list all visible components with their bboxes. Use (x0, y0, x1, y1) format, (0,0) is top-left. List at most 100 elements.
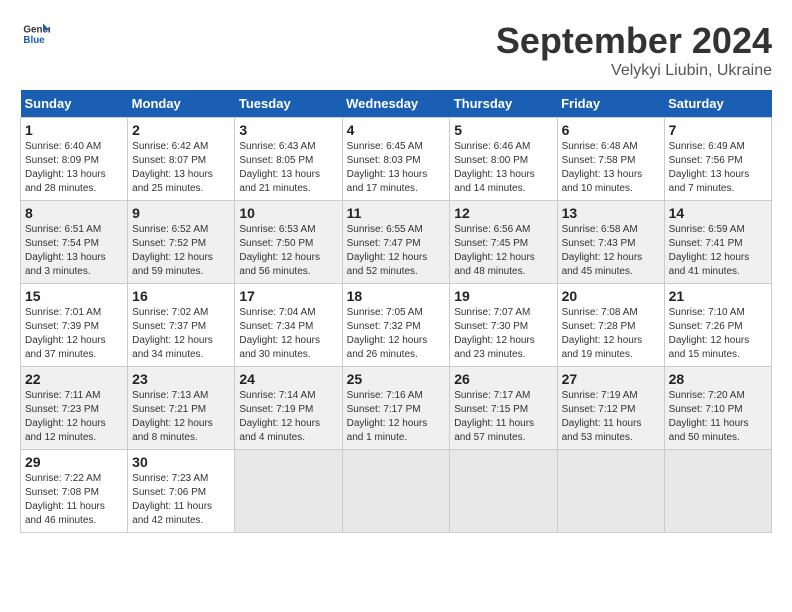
day-number: 13 (562, 205, 660, 221)
calendar-cell: 20 Sunrise: 7:08 AM Sunset: 7:28 PM Dayli… (557, 284, 664, 367)
calendar-cell (235, 450, 342, 533)
day-info: Sunrise: 7:16 AM Sunset: 7:17 PM Dayligh… (347, 389, 446, 445)
calendar-cell (342, 450, 450, 533)
day-info: Sunrise: 7:17 AM Sunset: 7:15 PM Dayligh… (454, 389, 552, 445)
calendar-cell: 19Sunrise: 7:07 AM Sunset: 7:30 PM Dayli… (450, 284, 557, 367)
calendar-cell: 27 Sunrise: 7:19 AM Sunset: 7:12 PM Dayli… (557, 367, 664, 450)
day-header-tuesday: Tuesday (235, 90, 342, 118)
calendar-cell: 25 Sunrise: 7:16 AM Sunset: 7:17 PM Dayli… (342, 367, 450, 450)
day-number: 28 (669, 371, 767, 387)
day-number: 19 (454, 288, 552, 304)
svg-text:Blue: Blue (23, 35, 45, 46)
calendar-cell: 12Sunrise: 6:56 AM Sunset: 7:45 PM Dayli… (450, 201, 557, 284)
calendar-cell: 29 Sunrise: 7:22 AM Sunset: 7:08 PM Dayli… (21, 450, 128, 533)
day-number: 8 (25, 205, 123, 221)
day-info: Sunrise: 7:11 AM Sunset: 7:23 PM Dayligh… (25, 389, 123, 445)
calendar-cell: 7 Sunrise: 6:49 AM Sunset: 7:56 PM Daylig… (664, 118, 771, 201)
calendar-cell: 13 Sunrise: 6:58 AM Sunset: 7:43 PM Dayli… (557, 201, 664, 284)
calendar-cell: 15 Sunrise: 7:01 AM Sunset: 7:39 PM Dayli… (21, 284, 128, 367)
day-number: 29 (25, 454, 123, 470)
calendar-week-row: 15 Sunrise: 7:01 AM Sunset: 7:39 PM Dayli… (21, 284, 772, 367)
day-number: 9 (132, 205, 230, 221)
calendar-body: 1 Sunrise: 6:40 AM Sunset: 8:09 PM Daylig… (21, 118, 772, 533)
calendar-cell (557, 450, 664, 533)
calendar-cell: 16Sunrise: 7:02 AM Sunset: 7:37 PM Dayli… (128, 284, 235, 367)
calendar-cell: 21 Sunrise: 7:10 AM Sunset: 7:26 PM Dayli… (664, 284, 771, 367)
page-header: General Blue September 2024 Velykyi Liub… (20, 20, 772, 80)
day-info: Sunrise: 7:05 AM Sunset: 7:32 PM Dayligh… (347, 306, 446, 362)
day-number: 27 (562, 371, 660, 387)
day-info: Sunrise: 7:10 AM Sunset: 7:26 PM Dayligh… (669, 306, 767, 362)
day-info: Sunrise: 7:01 AM Sunset: 7:39 PM Dayligh… (25, 306, 123, 362)
calendar-cell: 3Sunrise: 6:43 AM Sunset: 8:05 PM Daylig… (235, 118, 342, 201)
day-number: 11 (347, 205, 446, 221)
day-number: 20 (562, 288, 660, 304)
day-info: Sunrise: 7:04 AM Sunset: 7:34 PM Dayligh… (239, 306, 337, 362)
calendar-cell: 22 Sunrise: 7:11 AM Sunset: 7:23 PM Dayli… (21, 367, 128, 450)
calendar-cell (450, 450, 557, 533)
day-number: 10 (239, 205, 337, 221)
calendar-week-row: 8 Sunrise: 6:51 AM Sunset: 7:54 PM Daylig… (21, 201, 772, 284)
day-header-monday: Monday (128, 90, 235, 118)
day-header-sunday: Sunday (21, 90, 128, 118)
calendar-cell: 30 Sunrise: 7:23 AM Sunset: 7:06 PM Dayli… (128, 450, 235, 533)
day-number: 3 (239, 122, 337, 138)
calendar-cell: 26 Sunrise: 7:17 AM Sunset: 7:15 PM Dayli… (450, 367, 557, 450)
day-info: Sunrise: 6:48 AM Sunset: 7:58 PM Dayligh… (562, 140, 660, 196)
calendar-cell: 8 Sunrise: 6:51 AM Sunset: 7:54 PM Daylig… (21, 201, 128, 284)
day-info: Sunrise: 7:19 AM Sunset: 7:12 PM Dayligh… (562, 389, 660, 445)
day-number: 26 (454, 371, 552, 387)
calendar-cell: 4Sunrise: 6:45 AM Sunset: 8:03 PM Daylig… (342, 118, 450, 201)
day-number: 17 (239, 288, 337, 304)
calendar-cell: 9Sunrise: 6:52 AM Sunset: 7:52 PM Daylig… (128, 201, 235, 284)
calendar-week-row: 22 Sunrise: 7:11 AM Sunset: 7:23 PM Dayli… (21, 367, 772, 450)
day-info: Sunrise: 6:55 AM Sunset: 7:47 PM Dayligh… (347, 223, 446, 279)
day-info: Sunrise: 6:53 AM Sunset: 7:50 PM Dayligh… (239, 223, 337, 279)
calendar-cell: 17 Sunrise: 7:04 AM Sunset: 7:34 PM Dayli… (235, 284, 342, 367)
day-number: 22 (25, 371, 123, 387)
day-number: 21 (669, 288, 767, 304)
day-info: Sunrise: 7:23 AM Sunset: 7:06 PM Dayligh… (132, 472, 230, 528)
day-info: Sunrise: 6:58 AM Sunset: 7:43 PM Dayligh… (562, 223, 660, 279)
calendar-table: SundayMondayTuesdayWednesdayThursdayFrid… (20, 90, 772, 533)
day-info: Sunrise: 7:22 AM Sunset: 7:08 PM Dayligh… (25, 472, 123, 528)
day-number: 30 (132, 454, 230, 470)
day-info: Sunrise: 6:46 AM Sunset: 8:00 PM Dayligh… (454, 140, 552, 196)
day-header-friday: Friday (557, 90, 664, 118)
calendar-cell: 24Sunrise: 7:14 AM Sunset: 7:19 PM Dayli… (235, 367, 342, 450)
day-info: Sunrise: 6:51 AM Sunset: 7:54 PM Dayligh… (25, 223, 123, 279)
calendar-cell: 14 Sunrise: 6:59 AM Sunset: 7:41 PM Dayli… (664, 201, 771, 284)
day-info: Sunrise: 6:45 AM Sunset: 8:03 PM Dayligh… (347, 140, 446, 196)
day-info: Sunrise: 7:13 AM Sunset: 7:21 PM Dayligh… (132, 389, 230, 445)
calendar-header-row: SundayMondayTuesdayWednesdayThursdayFrid… (21, 90, 772, 118)
day-header-thursday: Thursday (450, 90, 557, 118)
calendar-cell: 5Sunrise: 6:46 AM Sunset: 8:00 PM Daylig… (450, 118, 557, 201)
day-header-wednesday: Wednesday (342, 90, 450, 118)
day-info: Sunrise: 7:14 AM Sunset: 7:19 PM Dayligh… (239, 389, 337, 445)
title-section: September 2024 Velykyi Liubin, Ukraine (496, 20, 772, 80)
day-info: Sunrise: 6:40 AM Sunset: 8:09 PM Dayligh… (25, 140, 123, 196)
day-info: Sunrise: 7:08 AM Sunset: 7:28 PM Dayligh… (562, 306, 660, 362)
day-number: 12 (454, 205, 552, 221)
day-number: 25 (347, 371, 446, 387)
day-number: 1 (25, 122, 123, 138)
calendar-cell: 23Sunrise: 7:13 AM Sunset: 7:21 PM Dayli… (128, 367, 235, 450)
logo: General Blue (20, 20, 50, 53)
day-header-saturday: Saturday (664, 90, 771, 118)
calendar-cell (664, 450, 771, 533)
day-number: 2 (132, 122, 230, 138)
calendar-week-row: 29 Sunrise: 7:22 AM Sunset: 7:08 PM Dayli… (21, 450, 772, 533)
day-info: Sunrise: 6:59 AM Sunset: 7:41 PM Dayligh… (669, 223, 767, 279)
day-number: 6 (562, 122, 660, 138)
day-number: 7 (669, 122, 767, 138)
day-info: Sunrise: 7:02 AM Sunset: 7:37 PM Dayligh… (132, 306, 230, 362)
day-info: Sunrise: 6:42 AM Sunset: 8:07 PM Dayligh… (132, 140, 230, 196)
calendar-cell: 11 Sunrise: 6:55 AM Sunset: 7:47 PM Dayli… (342, 201, 450, 284)
calendar-cell: 10 Sunrise: 6:53 AM Sunset: 7:50 PM Dayli… (235, 201, 342, 284)
calendar-cell: 1 Sunrise: 6:40 AM Sunset: 8:09 PM Daylig… (21, 118, 128, 201)
calendar-cell: 6 Sunrise: 6:48 AM Sunset: 7:58 PM Daylig… (557, 118, 664, 201)
day-number: 14 (669, 205, 767, 221)
day-info: Sunrise: 6:49 AM Sunset: 7:56 PM Dayligh… (669, 140, 767, 196)
day-number: 15 (25, 288, 123, 304)
calendar-week-row: 1 Sunrise: 6:40 AM Sunset: 8:09 PM Daylig… (21, 118, 772, 201)
